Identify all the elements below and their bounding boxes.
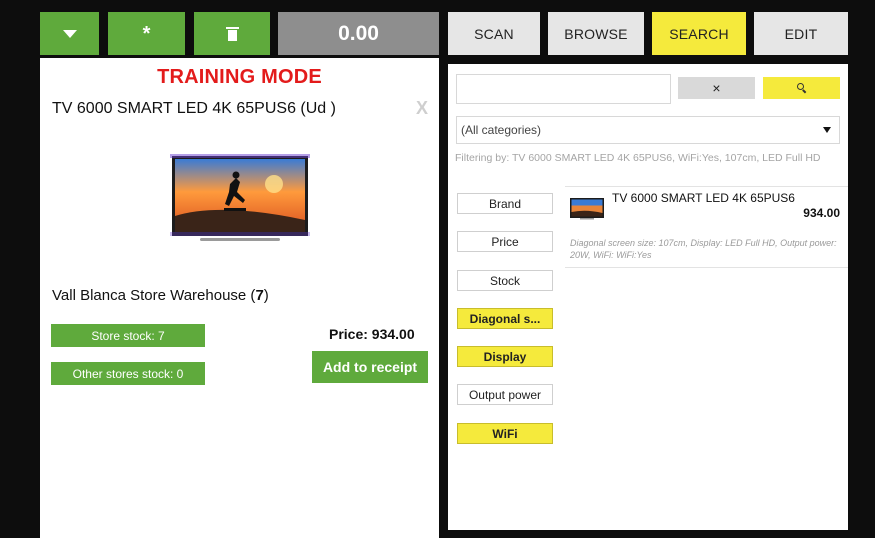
category-select-value: (All categories) [461, 123, 542, 137]
facet-output-power[interactable]: Output power [457, 384, 553, 405]
tab-edit[interactable]: EDIT [754, 12, 848, 55]
facet-brand[interactable]: Brand [457, 193, 553, 214]
product-detail-panel: TRAINING MODE TV 6000 SMART LED 4K 65PUS… [40, 58, 439, 538]
facet-display[interactable]: Display [457, 346, 553, 367]
facet-stock[interactable]: Stock [457, 270, 553, 291]
delete-button[interactable] [194, 12, 270, 55]
search-button[interactable] [763, 77, 840, 99]
result-thumbnail [570, 198, 604, 220]
asterisk-icon: * [142, 22, 151, 45]
product-price: Price: 934.00 [329, 326, 415, 342]
product-title: TV 6000 SMART LED 4K 65PUS6 (Ud ) [52, 100, 336, 117]
menu-dropdown-button[interactable] [40, 12, 99, 55]
result-description: Diagonal screen size: 107cm, Display: LE… [570, 238, 837, 260]
search-result-item[interactable]: TV 6000 SMART LED 4K 65PUS6 934.00 Diago… [565, 186, 848, 268]
trash-icon [225, 26, 239, 41]
tab-scan[interactable]: SCAN [448, 12, 540, 55]
search-panel: × (All categories) Filtering by: TV 6000… [448, 64, 848, 530]
chevron-down-icon [823, 127, 831, 133]
search-input[interactable] [456, 74, 671, 104]
caret-down-icon [62, 29, 77, 38]
warehouse-label: Vall Blanca Store Warehouse (7) [52, 287, 269, 304]
result-price: 934.00 [803, 206, 840, 220]
result-name: TV 6000 SMART LED 4K 65PUS6 [612, 191, 795, 205]
warehouse-stock-count: 7 [255, 287, 264, 304]
clear-search-button[interactable]: × [678, 77, 755, 99]
star-button[interactable]: * [108, 12, 185, 55]
filter-summary: Filtering by: TV 6000 SMART LED 4K 65PUS… [455, 152, 821, 164]
add-to-receipt-button[interactable]: Add to receipt [312, 351, 428, 383]
facet-diagonal-size[interactable]: Diagonal s... [457, 308, 553, 329]
training-mode-banner: TRAINING MODE [157, 66, 322, 88]
store-stock-button[interactable]: Store stock: 7 [51, 324, 205, 347]
close-icon[interactable]: X [416, 98, 428, 119]
category-select[interactable]: (All categories) [456, 116, 840, 144]
search-icon [796, 83, 807, 94]
facet-price[interactable]: Price [457, 231, 553, 252]
tab-browse[interactable]: BROWSE [548, 12, 644, 55]
facet-wifi[interactable]: WiFi [457, 423, 553, 444]
product-image [170, 154, 310, 241]
tab-search[interactable]: SEARCH [652, 12, 746, 55]
receipt-total: 0.00 [278, 12, 439, 55]
other-stores-stock-button[interactable]: Other stores stock: 0 [51, 362, 205, 385]
